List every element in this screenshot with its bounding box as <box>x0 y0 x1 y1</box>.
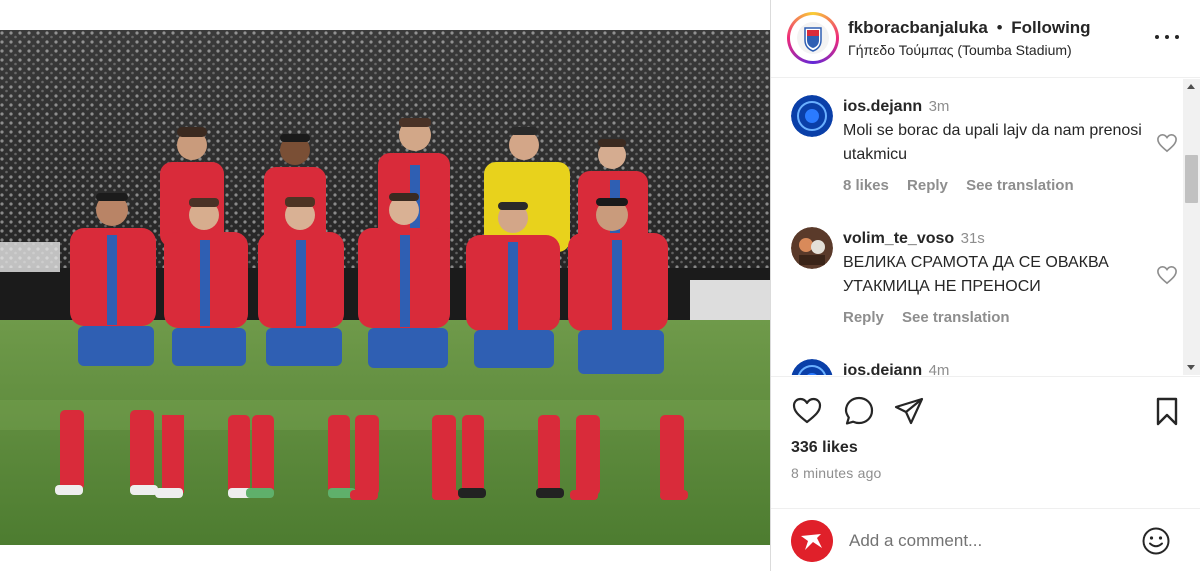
likes-count[interactable]: 336 likes <box>791 439 858 457</box>
scroll-up-arrow-icon[interactable] <box>1187 84 1195 89</box>
avatar-inner <box>790 15 836 61</box>
instagram-post-view: fkboracbanjaluka • Following Γήπεδο Τούμ… <box>0 0 1200 571</box>
comment-header: ios.dejann 4m <box>843 359 1143 375</box>
see-translation-button[interactable]: See translation <box>902 309 1010 326</box>
author-username[interactable]: fkboracbanjaluka <box>848 18 988 37</box>
comment-text: Moli se borac da upali lajv da nam preno… <box>843 122 1142 163</box>
comment-body: ios.dejann 4m <box>843 359 1143 375</box>
team-photo[interactable] <box>0 30 770 545</box>
comment-header: volim_te_voso 31s <box>843 227 1143 251</box>
header-title-line: fkboracbanjaluka • Following <box>848 18 1091 38</box>
heart-icon[interactable] <box>791 395 823 427</box>
comment-body: volim_te_voso 31s ВЕЛИКА СРАМОТА ДА СЕ О… <box>843 227 1143 326</box>
emoji-smiley-icon[interactable] <box>1141 526 1171 556</box>
current-user-avatar[interactable] <box>791 520 833 562</box>
more-options-icon[interactable] <box>1155 27 1179 47</box>
commenter-username[interactable]: ios.dejann <box>843 98 922 115</box>
add-comment-bar <box>771 508 1200 571</box>
comment-item: volim_te_voso 31s ВЕЛИКА СРАМОТА ДА СЕ О… <box>791 227 1181 337</box>
comment-header: ios.dejann 3m <box>843 95 1143 119</box>
comment-like-icon[interactable] <box>1156 265 1178 285</box>
front-row-players <box>55 193 688 500</box>
commenter-avatar[interactable] <box>791 359 833 375</box>
commenter-username[interactable]: ios.dejann <box>843 362 922 375</box>
header-separator: • <box>996 18 1003 37</box>
commenter-avatar[interactable] <box>791 95 833 137</box>
club-crest-icon <box>797 22 829 54</box>
comment-like-icon[interactable] <box>1156 133 1178 153</box>
post-location[interactable]: Γήπεδο Τούμπας (Toumba Stadium) <box>848 42 1072 58</box>
author-avatar[interactable] <box>787 12 839 64</box>
bookmark-icon[interactable] <box>1151 395 1183 427</box>
comment-actions: Reply See translation <box>843 309 1143 326</box>
post-details-panel: fkboracbanjaluka • Following Γήπεδο Τούμ… <box>770 0 1200 571</box>
commenter-avatar[interactable] <box>791 227 833 269</box>
comment-body: ios.dejann 3m Moli se borac da upali laj… <box>843 95 1143 194</box>
comment-time[interactable]: 4m <box>929 362 950 375</box>
commenter-username[interactable]: volim_te_voso <box>843 230 954 247</box>
comment-likes-count[interactable]: 8 likes <box>843 177 889 194</box>
post-actions: 336 likes 8 minutes ago <box>771 376 1200 516</box>
reply-button[interactable]: Reply <box>907 177 948 194</box>
comment-time[interactable]: 31s <box>961 230 985 247</box>
comments-scrollbar[interactable] <box>1183 79 1200 375</box>
post-media-area <box>0 0 770 571</box>
comment-item: ios.dejann 4m <box>791 359 1181 375</box>
comment-input[interactable] <box>849 529 1119 553</box>
team-photo-image <box>0 30 770 545</box>
see-translation-button[interactable]: See translation <box>966 177 1074 194</box>
scroll-down-arrow-icon[interactable] <box>1187 365 1195 370</box>
paper-plane-icon[interactable] <box>893 395 925 427</box>
following-button[interactable]: Following <box>1011 18 1090 37</box>
comment-bubble-icon[interactable] <box>843 395 875 427</box>
scrollbar-thumb[interactable] <box>1185 155 1198 203</box>
post-timestamp[interactable]: 8 minutes ago <box>791 465 882 481</box>
reply-button[interactable]: Reply <box>843 309 884 326</box>
post-header: fkboracbanjaluka • Following Γήπεδο Τούμ… <box>771 0 1200 78</box>
comment-time[interactable]: 3m <box>929 98 950 115</box>
comment-actions: 8 likes Reply See translation <box>843 177 1143 194</box>
comments-list: ios.dejann 3m Moli se borac da upali laj… <box>771 79 1185 375</box>
comment-item: ios.dejann 3m Moli se borac da upali laj… <box>791 95 1181 205</box>
comment-text: ВЕЛИКА СРАМОТА ДА СЕ ОВАКВА УТАКМИЦА НЕ … <box>843 254 1109 295</box>
